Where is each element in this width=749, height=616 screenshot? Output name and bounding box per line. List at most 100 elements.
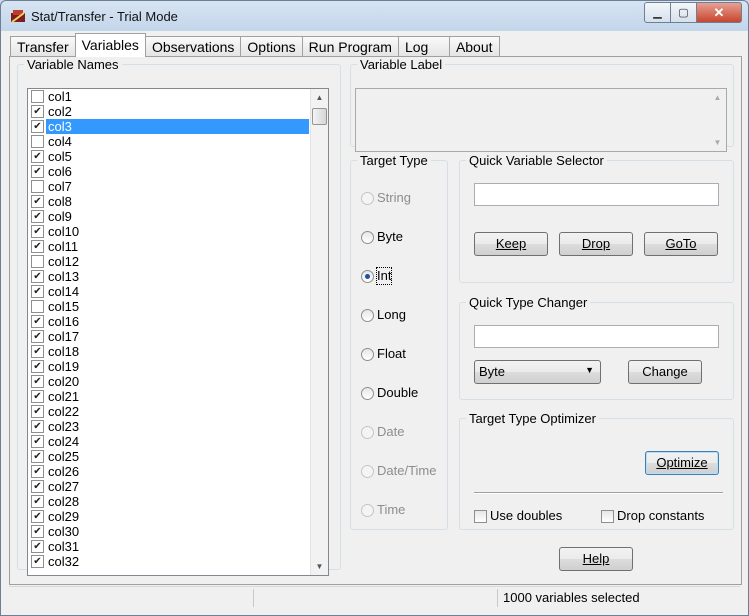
- scroll-thumb[interactable]: [312, 108, 327, 125]
- variable-row[interactable]: col7: [28, 179, 328, 194]
- checkbox-checked-icon[interactable]: ✔: [31, 285, 44, 298]
- variable-row[interactable]: ✔ col22: [28, 404, 328, 419]
- radio-float[interactable]: Float: [361, 346, 445, 362]
- radio-unselected-icon[interactable]: [361, 348, 374, 361]
- checkbox-checked-icon[interactable]: ✔: [31, 465, 44, 478]
- checkbox-checked-icon[interactable]: ✔: [31, 120, 44, 133]
- goto-button[interactable]: GoTo: [644, 232, 718, 256]
- close-button[interactable]: ✕: [697, 2, 742, 23]
- variable-list-scrollbar[interactable]: ▲ ▼: [310, 89, 328, 575]
- checkbox-checked-icon[interactable]: ✔: [31, 150, 44, 163]
- variable-row[interactable]: col15: [28, 299, 328, 314]
- checkbox-checked-icon[interactable]: ✔: [31, 420, 44, 433]
- variable-row[interactable]: ✔ col30: [28, 524, 328, 539]
- minimize-button[interactable]: ▁: [644, 2, 671, 23]
- radio-unselected-icon[interactable]: [361, 309, 374, 322]
- checkbox-checked-icon[interactable]: ✔: [31, 510, 44, 523]
- checkbox-checked-icon[interactable]: ✔: [31, 345, 44, 358]
- use-doubles-checkbox[interactable]: Use doubles: [474, 508, 574, 524]
- variable-row[interactable]: ✔ col9: [28, 209, 328, 224]
- checkbox-checked-icon[interactable]: ✔: [31, 195, 44, 208]
- checkbox-unchecked-icon[interactable]: [31, 300, 44, 313]
- radio-unselected-icon[interactable]: [361, 387, 374, 400]
- checkbox-checked-icon[interactable]: ✔: [31, 330, 44, 343]
- radio-long[interactable]: Long: [361, 307, 445, 323]
- checkbox-checked-icon[interactable]: ✔: [31, 270, 44, 283]
- variable-row[interactable]: ✔ col17: [28, 329, 328, 344]
- drop-constants-box[interactable]: [601, 510, 614, 523]
- variable-row[interactable]: ✔ col21: [28, 389, 328, 404]
- variable-row[interactable]: ✔ col26: [28, 464, 328, 479]
- tab-run-program[interactable]: Run Program: [301, 36, 399, 57]
- checkbox-checked-icon[interactable]: ✔: [31, 540, 44, 553]
- radio-byte[interactable]: Byte: [361, 229, 445, 245]
- variable-row[interactable]: ✔ col5: [28, 149, 328, 164]
- checkbox-checked-icon[interactable]: ✔: [31, 360, 44, 373]
- checkbox-checked-icon[interactable]: ✔: [31, 375, 44, 388]
- checkbox-checked-icon[interactable]: ✔: [31, 240, 44, 253]
- checkbox-checked-icon[interactable]: ✔: [31, 405, 44, 418]
- variable-row[interactable]: ✔ col31: [28, 539, 328, 554]
- checkbox-unchecked-icon[interactable]: [31, 90, 44, 103]
- variable-row[interactable]: ✔ col32: [28, 554, 328, 569]
- keep-button[interactable]: Keep: [474, 232, 548, 256]
- checkbox-checked-icon[interactable]: ✔: [31, 210, 44, 223]
- variable-row[interactable]: col12: [28, 254, 328, 269]
- label-scroll-down-icon[interactable]: ▼: [709, 134, 726, 151]
- variable-row[interactable]: col1: [28, 89, 328, 104]
- type-select[interactable]: Byte ▼: [474, 360, 601, 384]
- variable-row[interactable]: ✔ col14: [28, 284, 328, 299]
- variable-row[interactable]: ✔ col2: [28, 104, 328, 119]
- variable-label-field[interactable]: ▲ ▼: [355, 88, 727, 152]
- drop-button[interactable]: Drop: [559, 232, 633, 256]
- scroll-up-icon[interactable]: ▲: [311, 89, 328, 106]
- help-button[interactable]: Help: [559, 547, 633, 571]
- checkbox-checked-icon[interactable]: ✔: [31, 435, 44, 448]
- maximize-button[interactable]: ▢: [671, 2, 697, 23]
- variable-row[interactable]: ✔ col29: [28, 509, 328, 524]
- tab-about[interactable]: About: [448, 36, 500, 57]
- quick-selector-input[interactable]: [474, 183, 719, 206]
- variable-row[interactable]: ✔ col10: [28, 224, 328, 239]
- variable-row[interactable]: ✔ col3: [28, 119, 328, 134]
- radio-selected-icon[interactable]: [361, 270, 374, 283]
- label-scroll-up-icon[interactable]: ▲: [709, 89, 726, 106]
- tab-log[interactable]: Log: [397, 36, 450, 57]
- checkbox-unchecked-icon[interactable]: [31, 180, 44, 193]
- checkbox-checked-icon[interactable]: ✔: [31, 480, 44, 493]
- variable-row[interactable]: ✔ col16: [28, 314, 328, 329]
- variable-list[interactable]: col1 ✔ col2 ✔ col3 col4 ✔ col5 ✔ col6 col7 ✔ col8 ✔ co…: [27, 88, 329, 576]
- variable-row[interactable]: ✔ col18: [28, 344, 328, 359]
- checkbox-checked-icon[interactable]: ✔: [31, 525, 44, 538]
- checkbox-checked-icon[interactable]: ✔: [31, 315, 44, 328]
- checkbox-checked-icon[interactable]: ✔: [31, 390, 44, 403]
- checkbox-checked-icon[interactable]: ✔: [31, 225, 44, 238]
- drop-constants-checkbox[interactable]: Drop constants: [601, 508, 721, 524]
- checkbox-unchecked-icon[interactable]: [31, 255, 44, 268]
- tab-transfer[interactable]: Transfer: [10, 36, 76, 57]
- use-doubles-box[interactable]: [474, 510, 487, 523]
- variable-row[interactable]: col4: [28, 134, 328, 149]
- tab-variables[interactable]: Variables: [74, 33, 146, 57]
- variable-row[interactable]: ✔ col8: [28, 194, 328, 209]
- checkbox-checked-icon[interactable]: ✔: [31, 450, 44, 463]
- optimize-button[interactable]: Optimize: [645, 451, 719, 475]
- radio-unselected-icon[interactable]: [361, 231, 374, 244]
- variable-label-scrollbar[interactable]: ▲ ▼: [709, 89, 726, 151]
- quick-type-input[interactable]: [474, 325, 719, 348]
- variable-row[interactable]: ✔ col19: [28, 359, 328, 374]
- variable-row[interactable]: ✔ col24: [28, 434, 328, 449]
- radio-int[interactable]: Int: [361, 267, 445, 285]
- tab-observations[interactable]: Observations: [144, 36, 242, 57]
- checkbox-checked-icon[interactable]: ✔: [31, 105, 44, 118]
- variable-row[interactable]: ✔ col25: [28, 449, 328, 464]
- variable-row[interactable]: ✔ col28: [28, 494, 328, 509]
- checkbox-unchecked-icon[interactable]: [31, 135, 44, 148]
- tab-options[interactable]: Options: [240, 36, 303, 57]
- checkbox-checked-icon[interactable]: ✔: [31, 165, 44, 178]
- variable-row[interactable]: ✔ col13: [28, 269, 328, 284]
- variable-row[interactable]: ✔ col6: [28, 164, 328, 179]
- variable-row[interactable]: ✔ col23: [28, 419, 328, 434]
- change-button[interactable]: Change: [628, 360, 702, 384]
- variable-row[interactable]: ✔ col27: [28, 479, 328, 494]
